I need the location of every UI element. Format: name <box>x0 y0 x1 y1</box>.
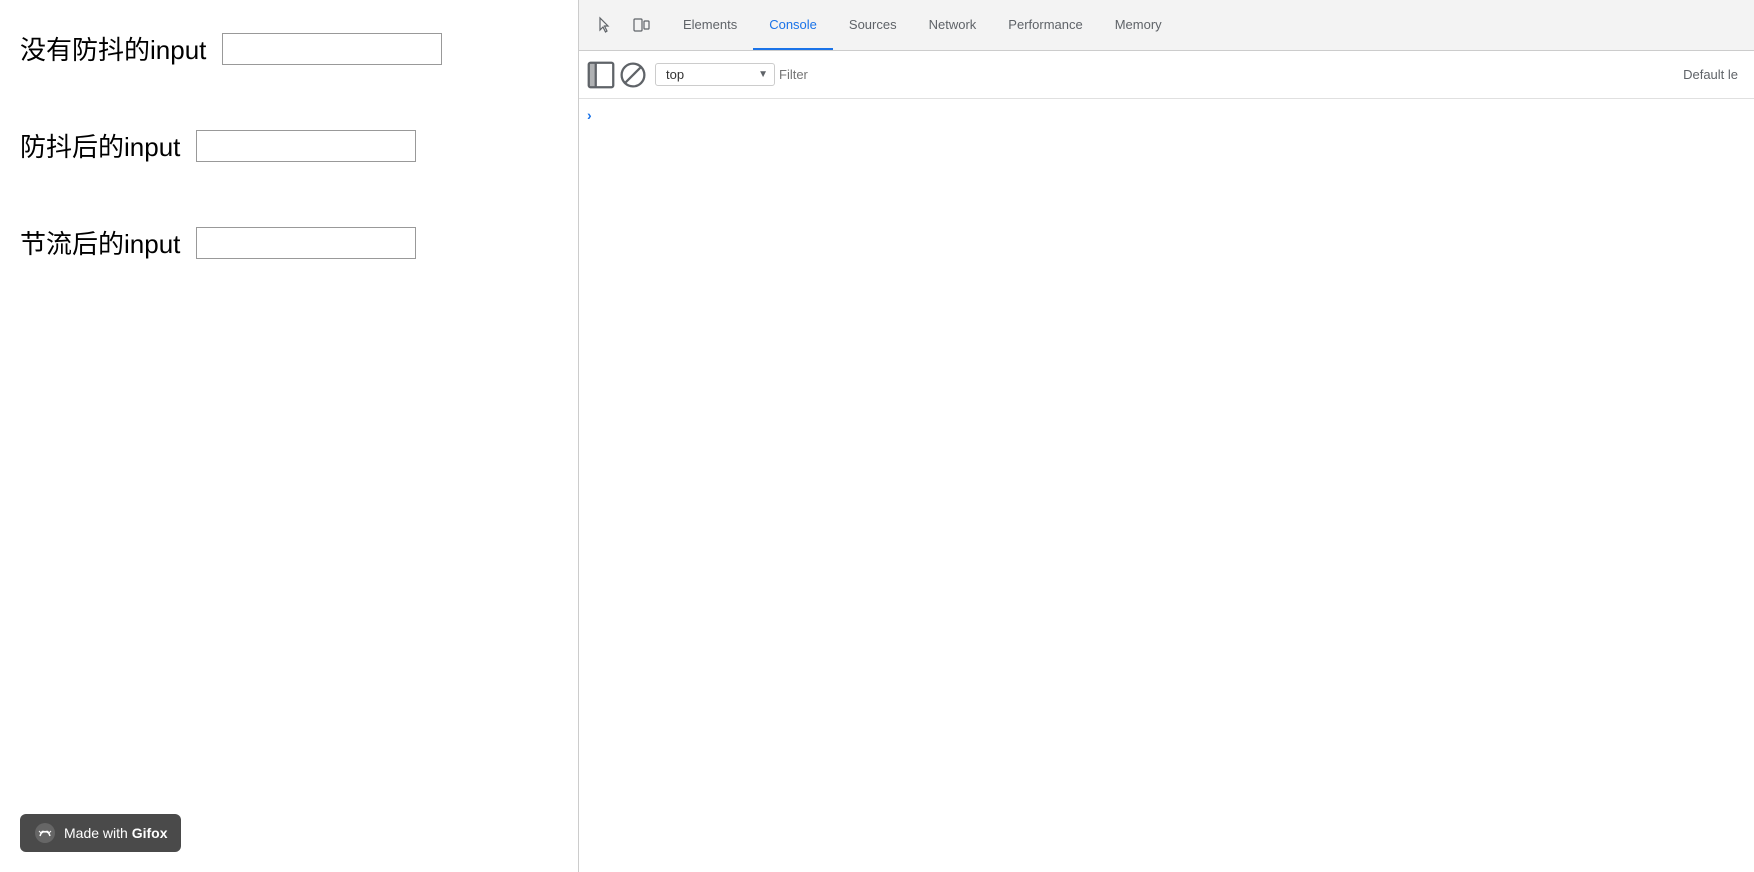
sidebar-toggle-button[interactable] <box>587 61 615 89</box>
tab-console[interactable]: Console <box>753 0 833 50</box>
clear-console-button[interactable] <box>619 61 647 89</box>
context-selector[interactable]: top ▼ <box>655 63 775 86</box>
no-debounce-input[interactable] <box>222 33 442 65</box>
console-prompt-line: › <box>579 103 1754 127</box>
devtools-topbar: Elements Console Sources Network Perform… <box>579 0 1754 51</box>
default-levels-label: Default le <box>1683 67 1746 82</box>
inspector-button[interactable] <box>587 7 623 43</box>
console-toolbar: top ▼ Default le <box>579 51 1754 99</box>
tab-sources[interactable]: Sources <box>833 0 913 50</box>
device-icon <box>632 16 650 34</box>
tab-network[interactable]: Network <box>913 0 993 50</box>
tab-memory[interactable]: Memory <box>1099 0 1178 50</box>
filter-container <box>779 67 1227 82</box>
console-chevron: › <box>587 105 592 125</box>
devtools-panel: Elements Console Sources Network Perform… <box>579 0 1754 872</box>
throttle-label: 节流后的input <box>20 224 180 261</box>
gifox-badge: Made with Gifox <box>20 814 181 852</box>
tab-elements[interactable]: Elements <box>667 0 753 50</box>
gifox-text-normal: Made with <box>64 825 132 841</box>
devtools-tabs: Elements Console Sources Network Perform… <box>667 0 1178 50</box>
tab-performance[interactable]: Performance <box>992 0 1098 50</box>
debounce-row: 防抖后的input <box>20 127 558 164</box>
context-selector-text: top <box>666 67 752 82</box>
filter-input[interactable] <box>779 67 1227 82</box>
debounce-input[interactable] <box>196 130 416 162</box>
throttle-input[interactable] <box>196 227 416 259</box>
sidebar-icon <box>587 61 615 89</box>
no-debounce-label: 没有防抖的input <box>20 30 206 67</box>
no-debounce-row: 没有防抖的input <box>20 30 558 67</box>
cursor-icon <box>596 16 614 34</box>
device-toolbar-button[interactable] <box>623 7 659 43</box>
debounce-label: 防抖后的input <box>20 127 180 164</box>
gifox-icon <box>34 822 56 844</box>
context-selector-arrow: ▼ <box>758 69 768 80</box>
gifox-text-bold: Gifox <box>132 825 168 841</box>
block-icon <box>619 61 647 89</box>
throttle-row: 节流后的input <box>20 224 558 261</box>
gifox-text: Made with Gifox <box>64 825 167 841</box>
main-page: 没有防抖的input 防抖后的input 节流后的input Made with… <box>0 0 578 872</box>
console-output: › <box>579 99 1754 872</box>
